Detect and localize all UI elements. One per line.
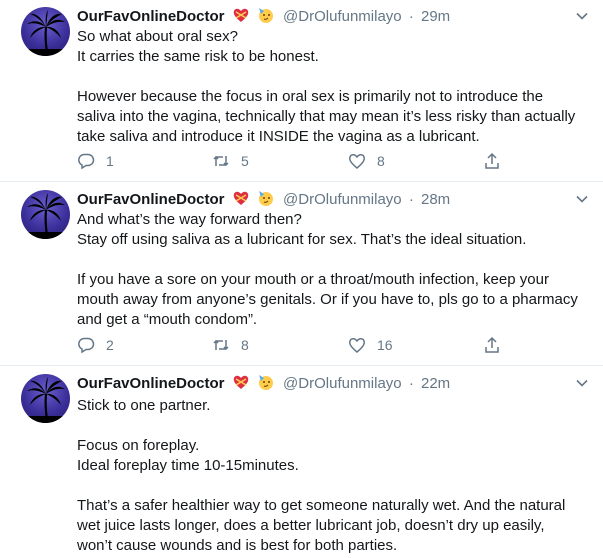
tweet-text: Stick to one partner. Focus on foreplay.… — [77, 396, 582, 556]
retweet-button[interactable]: 8 — [212, 335, 249, 355]
timestamp[interactable]: 22m — [421, 375, 450, 392]
partying-face-icon — [258, 191, 273, 206]
like-count: 16 — [377, 337, 393, 353]
avatar[interactable] — [21, 190, 70, 239]
display-name[interactable]: OurFavOnlineDoctor — [77, 191, 225, 208]
reply-button[interactable]: 1 — [77, 151, 114, 171]
tweet-paragraph: If you have a sore on your mouth or a th… — [77, 271, 578, 328]
tweet-line: Ideal foreplay time 10-15minutes. — [77, 457, 299, 474]
reply-count: 2 — [106, 337, 114, 353]
heart-icon — [349, 338, 365, 353]
tweet-2[interactable]: OurFavOnlineDoctor @DrOlufunmilayo · 28m… — [0, 182, 603, 365]
timestamp[interactable]: 28m — [421, 191, 450, 208]
tweet-line: So what about oral sex? — [77, 28, 238, 45]
user-handle[interactable]: @DrOlufunmilayo — [283, 375, 402, 392]
retweet-count: 5 — [241, 153, 249, 169]
tweet-text: And what’s the way forward then? Stay of… — [77, 210, 582, 330]
share-icon — [485, 336, 499, 353]
tweet-1[interactable]: OurFavOnlineDoctor @DrOlufunmilayo · 29m… — [0, 0, 603, 181]
tweet-header: OurFavOnlineDoctor @DrOlufunmilayo · 28m — [77, 189, 450, 209]
tweet-line: It carries the same risk to be honest. — [77, 48, 319, 65]
tweet-actions: 1 5 8 — [77, 151, 507, 171]
avatar[interactable] — [21, 7, 70, 56]
retweet-icon — [213, 339, 229, 351]
tweet-paragraph: That’s a safer healthier way to get some… — [77, 497, 566, 554]
heart-with-ribbon-icon — [233, 191, 248, 205]
separator-dot: · — [408, 375, 414, 392]
tweet-actions: 2 8 16 — [77, 335, 507, 355]
user-handle[interactable]: @DrOlufunmilayo — [283, 191, 402, 208]
display-name[interactable]: OurFavOnlineDoctor — [77, 375, 225, 392]
like-button[interactable]: 8 — [348, 151, 385, 171]
partying-face-icon — [258, 375, 273, 390]
retweet-count: 8 — [241, 337, 249, 353]
separator-dot: · — [408, 8, 414, 25]
tweet-header: OurFavOnlineDoctor @DrOlufunmilayo · 22m — [77, 373, 450, 393]
reply-icon — [78, 153, 95, 170]
tweet-line: And what’s the way forward then? — [77, 211, 302, 228]
palm-tree-icon — [21, 377, 70, 423]
reply-icon — [78, 337, 95, 354]
reply-button[interactable]: 2 — [77, 335, 114, 355]
tweet-line: Focus on foreplay. — [77, 437, 200, 454]
retweet-button[interactable]: 5 — [212, 151, 249, 171]
like-button[interactable]: 16 — [348, 335, 393, 355]
avatar[interactable] — [21, 374, 70, 423]
separator-dot: · — [408, 191, 414, 208]
share-icon — [485, 152, 499, 169]
tweet-line: Stick to one partner. — [77, 397, 211, 414]
chevron-down-icon[interactable] — [575, 9, 589, 23]
retweet-icon — [213, 155, 229, 167]
share-button[interactable] — [483, 151, 501, 171]
like-count: 8 — [377, 153, 385, 169]
chevron-down-icon[interactable] — [575, 376, 589, 390]
palm-tree-icon — [21, 10, 70, 56]
reply-count: 1 — [106, 153, 114, 169]
display-name[interactable]: OurFavOnlineDoctor — [77, 8, 225, 25]
tweet-header: OurFavOnlineDoctor @DrOlufunmilayo · 29m — [77, 6, 450, 26]
tweet-paragraph: However because the focus in oral sex is… — [77, 88, 576, 145]
palm-tree-icon — [21, 193, 70, 239]
heart-with-ribbon-icon — [233, 375, 248, 389]
share-button[interactable] — [483, 335, 501, 355]
tweet-text: So what about oral sex? It carries the s… — [77, 27, 582, 147]
timestamp[interactable]: 29m — [421, 8, 450, 25]
heart-with-ribbon-icon — [233, 8, 248, 22]
tweet-3[interactable]: OurFavOnlineDoctor @DrOlufunmilayo · 22m… — [0, 366, 603, 558]
heart-icon — [349, 154, 365, 169]
chevron-down-icon[interactable] — [575, 192, 589, 206]
partying-face-icon — [258, 8, 273, 23]
tweet-line: Stay off using saliva as a lubricant for… — [77, 231, 527, 248]
user-handle[interactable]: @DrOlufunmilayo — [283, 8, 402, 25]
